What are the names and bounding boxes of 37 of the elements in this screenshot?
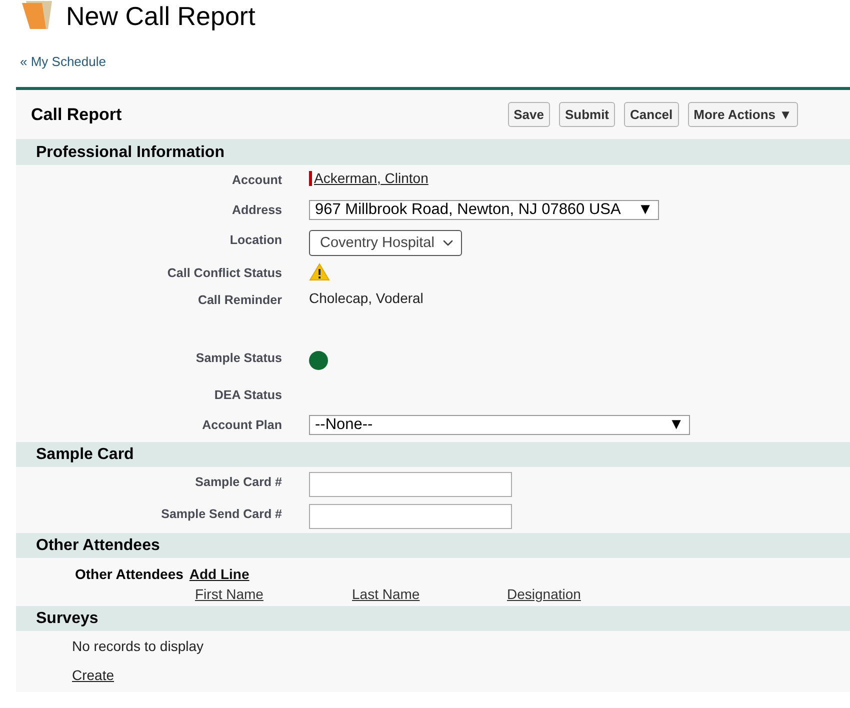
section-header: Sample Card [16, 442, 850, 467]
page-title: New Call Report [66, 0, 256, 32]
input-field[interactable] [309, 472, 512, 497]
account-link[interactable]: Ackerman, Clinton [314, 170, 428, 186]
action-button[interactable]: Submit [558, 102, 616, 127]
field-label: Address [230, 202, 282, 217]
field-value: Cholecap, Voderal [309, 290, 424, 306]
action-button[interactable]: Save [508, 102, 550, 127]
field-label: Account Plan [201, 417, 282, 432]
create-link[interactable]: Create [72, 667, 114, 683]
field-label: Sample Send Card # [160, 506, 282, 521]
section-header: Professional Information [16, 140, 850, 165]
action-button[interactable]: Cancel [624, 102, 679, 127]
panel-title: Call Report [31, 104, 123, 124]
column-header[interactable]: First Name [195, 586, 264, 602]
address-select[interactable]: 967 Millbrook Road, Newton, NJ 07860 USA ▼ [309, 200, 659, 220]
field-label: Location [228, 232, 282, 247]
add-line-link[interactable]: Add Line [189, 566, 250, 582]
location-dropdown[interactable]: Coventry Hospital [309, 230, 462, 256]
field-label: Call Conflict Status [166, 265, 282, 280]
field-label: Account [231, 172, 282, 187]
field-label: Sample Card # [194, 474, 282, 489]
back-link[interactable]: « My Schedule [20, 54, 106, 69]
account-plan-select[interactable]: --None-- ▼ [309, 415, 690, 435]
field-label: Other Attendees [75, 566, 184, 582]
field-label: DEA Status [213, 387, 282, 402]
column-header[interactable]: Designation [507, 586, 581, 602]
warning-icon [309, 263, 330, 281]
section-header: Other Attendees [16, 533, 850, 558]
action-button[interactable]: More Actions ▼ [688, 102, 798, 127]
field-label: Sample Status [194, 350, 282, 365]
empty-message: No records to display [72, 638, 205, 654]
required-marker [309, 170, 312, 186]
field-label: Call Reminder [196, 292, 282, 307]
column-header[interactable]: Last Name [352, 586, 420, 602]
section-header: Surveys [16, 606, 850, 631]
input-field[interactable] [309, 504, 512, 529]
